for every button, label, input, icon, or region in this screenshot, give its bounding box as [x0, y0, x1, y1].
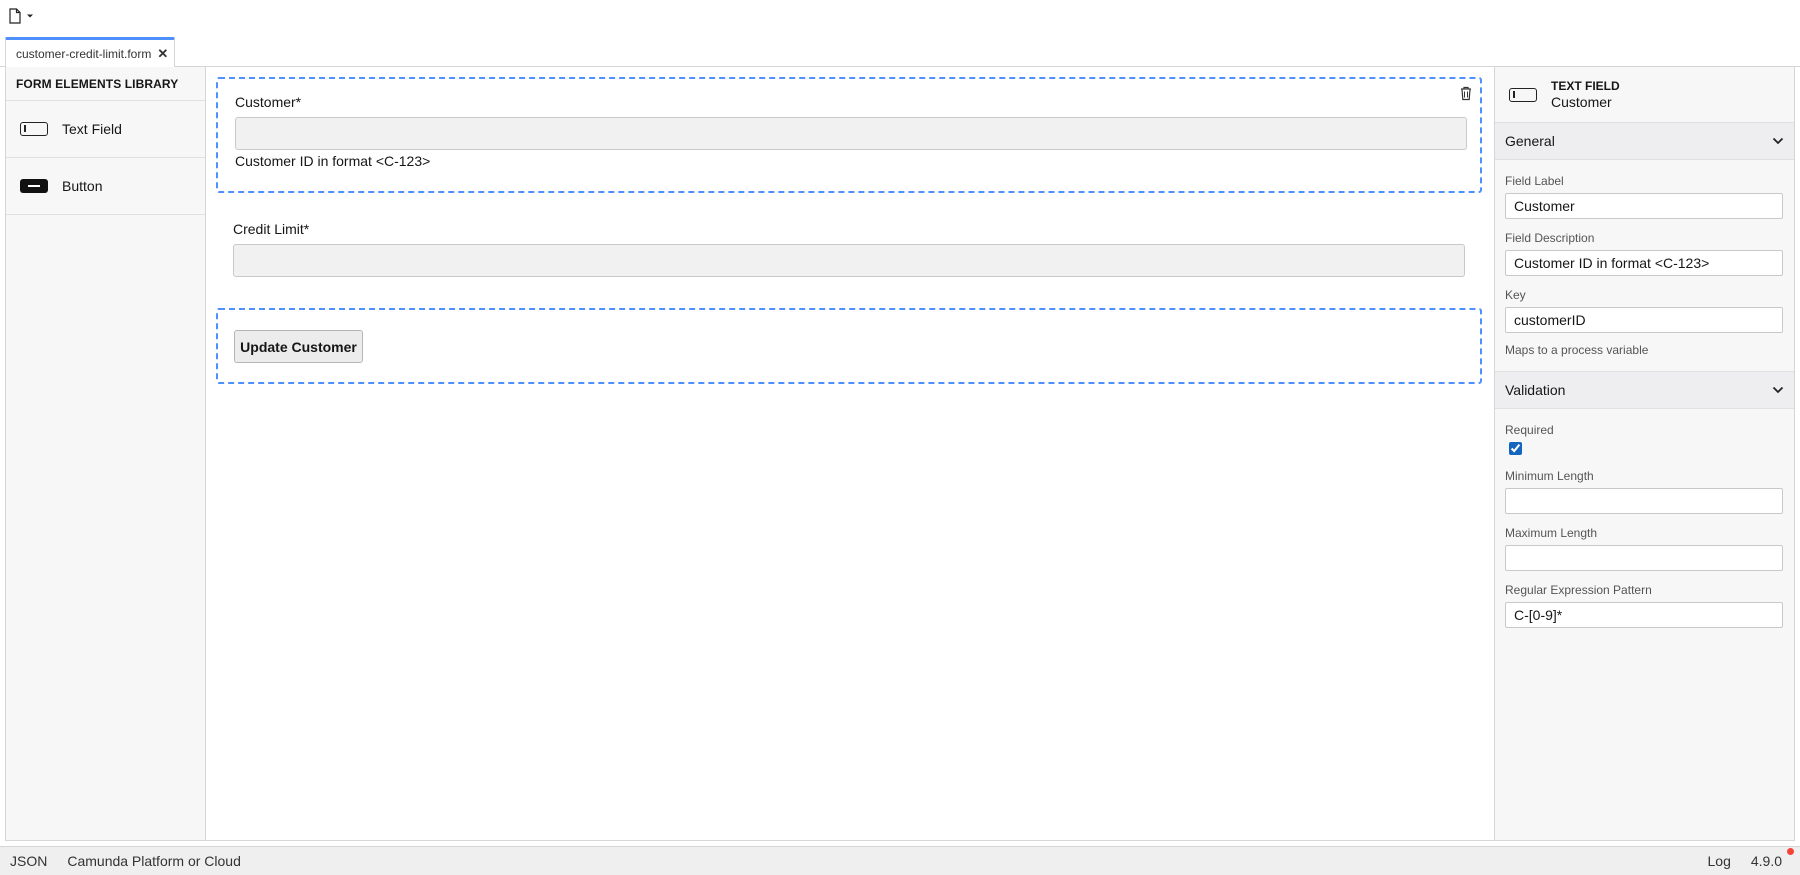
- field-label-input[interactable]: [1505, 193, 1783, 219]
- key-label: Key: [1505, 288, 1526, 302]
- notification-dot-icon: [1787, 848, 1794, 855]
- status-bar: JSON Camunda Platform or Cloud Log 4.9.0: [0, 846, 1800, 875]
- field-description-label: Field Description: [1505, 231, 1595, 245]
- trash-icon[interactable]: [1458, 85, 1474, 101]
- element-type: TEXT FIELD: [1551, 79, 1620, 93]
- element-name: Customer: [1551, 94, 1612, 110]
- form-elements-library: FORM ELEMENTS LIBRARY Text Field Button: [6, 67, 206, 840]
- group-body-validation: Required Minimum Length Maximum Length R…: [1495, 409, 1794, 628]
- group-title: General: [1505, 133, 1555, 149]
- properties-panel: TEXT FIELD Customer General Field Label …: [1494, 67, 1794, 840]
- caret-down-icon: [26, 13, 34, 19]
- platform-selector[interactable]: Camunda Platform or Cloud: [57, 853, 251, 869]
- chevron-down-icon: [1772, 137, 1784, 145]
- key-input[interactable]: [1505, 307, 1783, 333]
- form-field-credit-limit[interactable]: Credit Limit*: [216, 204, 1482, 282]
- tab-bar: customer-credit-limit.form ✕: [0, 32, 1800, 67]
- toolbar: [0, 0, 1800, 32]
- required-checkbox[interactable]: [1509, 442, 1522, 455]
- form-field-button[interactable]: Update Customer: [216, 308, 1482, 384]
- version-info[interactable]: 4.9.0: [1741, 848, 1800, 869]
- field-label: Customer*: [235, 94, 302, 110]
- maximum-length-input[interactable]: [1505, 545, 1783, 571]
- log-button[interactable]: Log: [1698, 853, 1741, 869]
- close-icon[interactable]: ✕: [157, 46, 168, 62]
- field-description-input[interactable]: [1505, 250, 1783, 276]
- group-body-general: Field Label Field Description Key Maps t…: [1495, 160, 1794, 372]
- group-header-general[interactable]: General: [1495, 123, 1794, 160]
- required-label: Required: [1505, 423, 1554, 437]
- form-canvas: Customer* Customer ID in format <C-123> …: [206, 67, 1494, 840]
- update-customer-button[interactable]: Update Customer: [234, 330, 363, 363]
- properties-header: TEXT FIELD Customer: [1495, 67, 1794, 123]
- json-button[interactable]: JSON: [0, 853, 57, 869]
- minimum-length-input[interactable]: [1505, 488, 1783, 514]
- field-description: Customer ID in format <C-123>: [235, 153, 431, 169]
- regex-pattern-label: Regular Expression Pattern: [1505, 583, 1652, 597]
- textfield-icon: [20, 122, 48, 136]
- palette-header: FORM ELEMENTS LIBRARY: [6, 67, 205, 101]
- group-title: Validation: [1505, 382, 1566, 398]
- regex-pattern-input[interactable]: [1505, 602, 1783, 628]
- chevron-down-icon: [1772, 386, 1784, 394]
- minimum-length-label: Minimum Length: [1505, 469, 1594, 483]
- field-label-label: Field Label: [1505, 174, 1564, 188]
- group-header-validation[interactable]: Validation: [1495, 372, 1794, 409]
- tab-customer-credit-limit[interactable]: customer-credit-limit.form ✕: [5, 37, 175, 67]
- new-file-button[interactable]: [8, 6, 42, 26]
- key-hint: Maps to a process variable: [1505, 343, 1649, 357]
- field-label: Credit Limit*: [233, 221, 310, 237]
- editor-frame: FORM ELEMENTS LIBRARY Text Field Button …: [5, 67, 1795, 841]
- palette-item-text-field[interactable]: Text Field: [6, 101, 205, 158]
- maximum-length-label: Maximum Length: [1505, 526, 1598, 540]
- form-field-customer[interactable]: Customer* Customer ID in format <C-123>: [216, 77, 1482, 193]
- palette-item-label: Text Field: [62, 121, 122, 137]
- palette-item-label: Button: [62, 178, 103, 194]
- button-icon: [20, 179, 48, 193]
- palette-item-button[interactable]: Button: [6, 158, 205, 215]
- tab-title: customer-credit-limit.form: [16, 46, 152, 61]
- textfield-icon: [1509, 87, 1537, 102]
- customer-input[interactable]: [235, 117, 1467, 150]
- version-label: 4.9.0: [1750, 853, 1782, 869]
- file-icon: [8, 8, 22, 24]
- credit-limit-input[interactable]: [233, 244, 1465, 277]
